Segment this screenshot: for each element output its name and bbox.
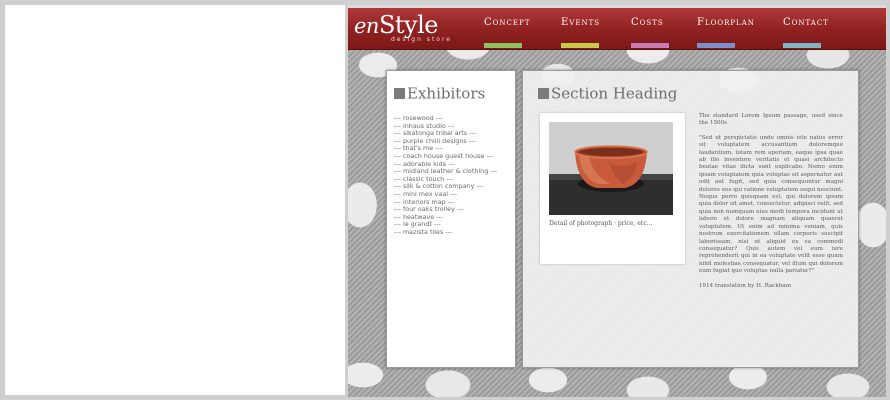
heading-square-icon <box>394 88 405 99</box>
site-header: enStyle design store Concept Events Cost… <box>348 5 886 50</box>
bowl-image <box>549 122 673 215</box>
exhibitors-heading-row: Exhibitors <box>394 83 485 103</box>
exhibitors-heading: Exhibitors <box>407 84 486 103</box>
logo-tagline: design store <box>391 36 452 43</box>
section-heading: Section Heading <box>551 84 678 103</box>
blank-panel <box>5 5 345 395</box>
nav-costs[interactable]: Costs <box>631 17 664 28</box>
section-heading-row: Section Heading <box>538 83 677 103</box>
photo-card: Detail of photograph · price, etc... <box>540 113 685 264</box>
nav-concept[interactable]: Concept <box>484 17 530 28</box>
nav-events-color-tab <box>561 43 599 48</box>
bowl-photo[interactable] <box>549 122 673 215</box>
exhibitor-list: --- rosewood --- --- inhaus studio --- ---… <box>394 114 497 237</box>
website-page: enStyle design store Concept Events Cost… <box>348 5 886 397</box>
nav-contact-color-tab <box>783 43 821 48</box>
nav-costs-color-tab <box>631 43 669 48</box>
nav-floorplan-color-tab <box>697 43 735 48</box>
lorem-paragraph: "Sed ut perspiciatis unde omnis iste nat… <box>699 134 843 275</box>
header-top-border <box>348 5 886 8</box>
nav-concept-color-tab <box>484 43 522 48</box>
nav-contact[interactable]: Contact <box>783 17 829 28</box>
photo-caption: Detail of photograph · price, etc... <box>549 220 653 227</box>
exhibitor-link[interactable]: --- mazista tiles --- <box>394 228 497 237</box>
body-text: The standard Lorem Ipsum passage, used s… <box>699 113 843 297</box>
nav-events[interactable]: Events <box>561 17 600 28</box>
logo-prefix: en <box>354 14 379 38</box>
logo-suffix: Style <box>378 11 439 39</box>
nav-floorplan[interactable]: Floorplan <box>697 17 755 28</box>
site-logo[interactable]: enStyle <box>354 12 438 39</box>
translation-credit: 1914 translation by H. Rackham <box>699 282 792 289</box>
main-content-panel: Section Heading Detail of photograph · p… <box>522 70 859 368</box>
intro-paragraph: The standard Lorem Ipsum passage, used s… <box>699 113 843 127</box>
exhibitors-panel: Exhibitors --- rosewood --- --- inhaus st… <box>386 70 516 368</box>
heading-square-icon <box>538 88 549 99</box>
